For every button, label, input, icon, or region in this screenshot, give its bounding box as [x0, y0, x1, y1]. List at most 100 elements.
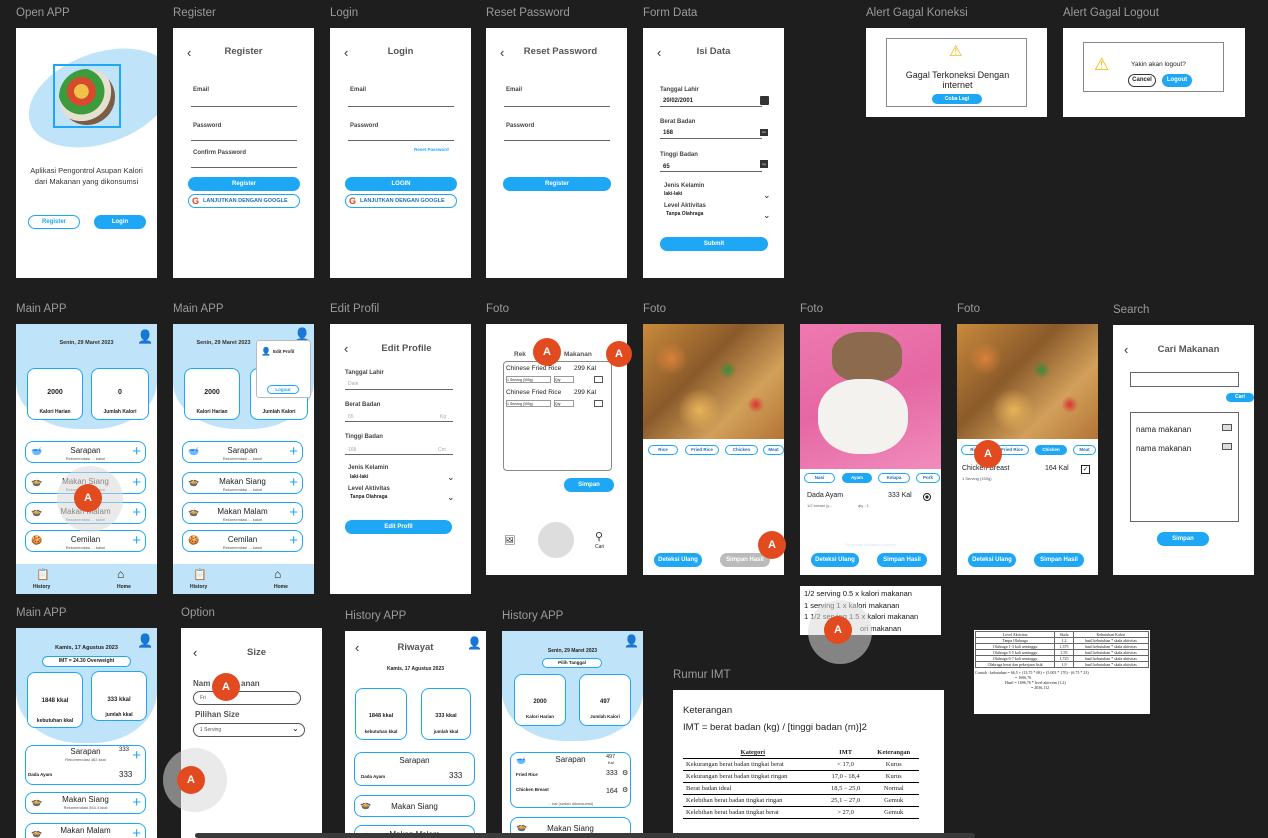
horizontal-scrollbar[interactable] — [195, 833, 975, 838]
qty-select[interactable]: Qty — [554, 376, 574, 383]
profile-icon[interactable]: 👤 — [467, 636, 482, 650]
pick-date-button[interactable]: Pilih Tanggal — [542, 658, 602, 668]
menu-logout-button[interactable]: Logout — [267, 385, 299, 394]
chip[interactable]: Meat — [1073, 445, 1096, 455]
save-button[interactable]: Simpan — [1157, 532, 1209, 546]
meal-card-breakfast[interactable]: Sarapan 333 Rekomendasi 462 kkal + Dada … — [25, 745, 146, 785]
add-icon[interactable]: + — [132, 444, 141, 459]
chip[interactable]: Nasi — [804, 473, 835, 483]
radio-selected[interactable] — [923, 493, 931, 501]
gear-icon[interactable]: ⚙ — [622, 786, 628, 794]
chip-selected[interactable]: Ayam — [842, 473, 872, 483]
weight-field[interactable] — [660, 138, 762, 139]
register-submit-button[interactable]: Register — [188, 177, 300, 191]
qty-select[interactable]: qty : 1 — [858, 503, 869, 508]
meal-card-dinner[interactable]: 🍲 Makan Malam + — [25, 823, 146, 838]
serving-select[interactable]: 1 Serving (300g) — [506, 376, 551, 383]
checkbox[interactable] — [594, 376, 603, 383]
qty-select[interactable]: Qty — [554, 400, 574, 407]
serving-select[interactable]: 1 Serving (300g) — [506, 400, 551, 407]
nav-home[interactable]: Home — [274, 584, 288, 590]
email-field[interactable] — [504, 106, 610, 107]
cancel-button[interactable]: Cancel — [1128, 74, 1156, 87]
nav-history[interactable]: History — [190, 584, 207, 590]
search-button[interactable]: Cari — [1226, 393, 1254, 402]
weight-field[interactable] — [345, 421, 453, 422]
height-field[interactable] — [660, 171, 762, 172]
reset-submit-button[interactable]: Register — [503, 177, 611, 191]
chip[interactable]: Pork — [916, 473, 940, 483]
chevron-down-icon[interactable]: ⌄ — [447, 472, 455, 483]
food-name-field[interactable]: Fri — [193, 691, 301, 705]
redetect-button[interactable]: Deteksi Ulang — [811, 553, 859, 567]
save-result-button[interactable]: Simpan Hasil — [877, 553, 927, 567]
redetect-button[interactable]: Deteksi Ulang — [654, 553, 702, 567]
add-icon[interactable]: + — [132, 505, 141, 520]
meal-card-breakfast[interactable]: 🥣 Sarapan Rekomendasi ... kalori + — [182, 441, 303, 463]
dob-field[interactable] — [660, 106, 762, 107]
checkbox[interactable] — [1222, 424, 1232, 431]
meal-card-snack[interactable]: 🍪 Cemilan Rekomendasi ... kalori + — [182, 530, 303, 552]
chevron-down-icon[interactable]: ⌄ — [763, 190, 771, 201]
login-submit-button[interactable]: LOGIN — [345, 177, 457, 191]
search-input[interactable] — [1130, 372, 1239, 387]
email-field[interactable] — [191, 106, 297, 107]
add-icon[interactable]: + — [289, 475, 298, 490]
meal-card-lunch[interactable]: 🍲 Makan Siang Rekomendasi ... kalori + — [182, 472, 303, 494]
edit-profile-button[interactable]: Edit Profil — [345, 520, 452, 534]
login-button[interactable]: Login — [94, 215, 146, 229]
chevron-down-icon[interactable]: ⌄ — [292, 724, 299, 733]
gear-icon[interactable]: ⚙ — [622, 769, 628, 777]
menu-edit-profile[interactable]: Edit Profil — [273, 349, 294, 354]
home-icon[interactable]: ⌂ — [274, 567, 281, 581]
history-icon[interactable]: 📋 — [193, 568, 207, 581]
nav-home[interactable]: Home — [117, 584, 131, 590]
home-icon[interactable]: ⌂ — [117, 567, 124, 581]
meal-card-snack[interactable]: 🍪 Cemilan Rekomendasi ... kalori + — [25, 530, 146, 552]
size-select[interactable]: 1 Serving — [193, 723, 305, 737]
chevron-down-icon[interactable]: ⌄ — [763, 210, 771, 221]
search-icon[interactable]: ⚲ — [595, 530, 603, 543]
redetect-button[interactable]: Deteksi Ulang — [968, 553, 1016, 567]
password-field[interactable] — [191, 140, 297, 141]
profile-icon[interactable]: 👤 — [624, 634, 639, 648]
add-icon[interactable]: + — [132, 533, 141, 548]
meal-card-lunch[interactable]: 🍲 Makan Siang Rekomendasi 554.4 kkal + — [25, 792, 146, 814]
save-button[interactable]: Simpan — [564, 478, 614, 492]
serving-select[interactable]: 1/2 breast (y... — [807, 503, 832, 508]
meal-card-breakfast[interactable]: 🥣 Sarapan Rekomendasi ... kalori + — [25, 441, 146, 463]
history-icon[interactable]: 📋 — [36, 568, 50, 581]
meal-card-dinner[interactable]: 🍲 Makan Malam Rekomendasi ... kalori + — [182, 502, 303, 524]
add-icon[interactable]: + — [132, 475, 141, 490]
checkbox[interactable] — [594, 400, 603, 407]
add-icon[interactable]: + — [289, 444, 298, 459]
chip-selected[interactable]: Chicken — [1035, 445, 1067, 455]
save-result-button[interactable]: Simpan Hasil — [1034, 553, 1084, 567]
checkbox[interactable] — [1222, 443, 1232, 450]
register-button[interactable]: Register — [28, 215, 80, 229]
dob-field[interactable] — [345, 389, 453, 390]
email-field[interactable] — [348, 106, 454, 107]
chip[interactable]: Meat — [763, 445, 784, 455]
password-field[interactable] — [348, 140, 454, 141]
nav-history[interactable]: History — [33, 584, 50, 590]
add-icon[interactable]: + — [132, 748, 141, 763]
checkbox-checked[interactable]: ✓ — [1081, 465, 1090, 474]
password-field[interactable] — [504, 140, 610, 141]
reset-password-link[interactable]: Reset Password — [414, 147, 449, 152]
submit-button[interactable]: Submit — [660, 237, 768, 251]
chevron-down-icon[interactable]: ⌄ — [447, 492, 455, 503]
add-icon[interactable]: + — [289, 533, 298, 548]
calendar-icon[interactable] — [760, 96, 769, 105]
confirm-password-field[interactable] — [191, 167, 297, 168]
gallery-icon[interactable]: 🖼 — [504, 535, 515, 546]
chip[interactable]: Fried Rice — [685, 445, 719, 455]
add-icon[interactable]: + — [132, 826, 141, 838]
google-button[interactable]: G LANJUTKAN DENGAN GOOGLE — [345, 194, 457, 208]
search-label[interactable]: Cari — [595, 544, 604, 550]
chip[interactable]: Kelapa — [878, 473, 910, 483]
show-more-link[interactable]: Tampilkan Makanan Lainnya — [800, 542, 941, 547]
add-icon[interactable]: + — [132, 795, 141, 810]
add-icon[interactable]: + — [289, 505, 298, 520]
chip[interactable]: Chicken — [725, 445, 758, 455]
